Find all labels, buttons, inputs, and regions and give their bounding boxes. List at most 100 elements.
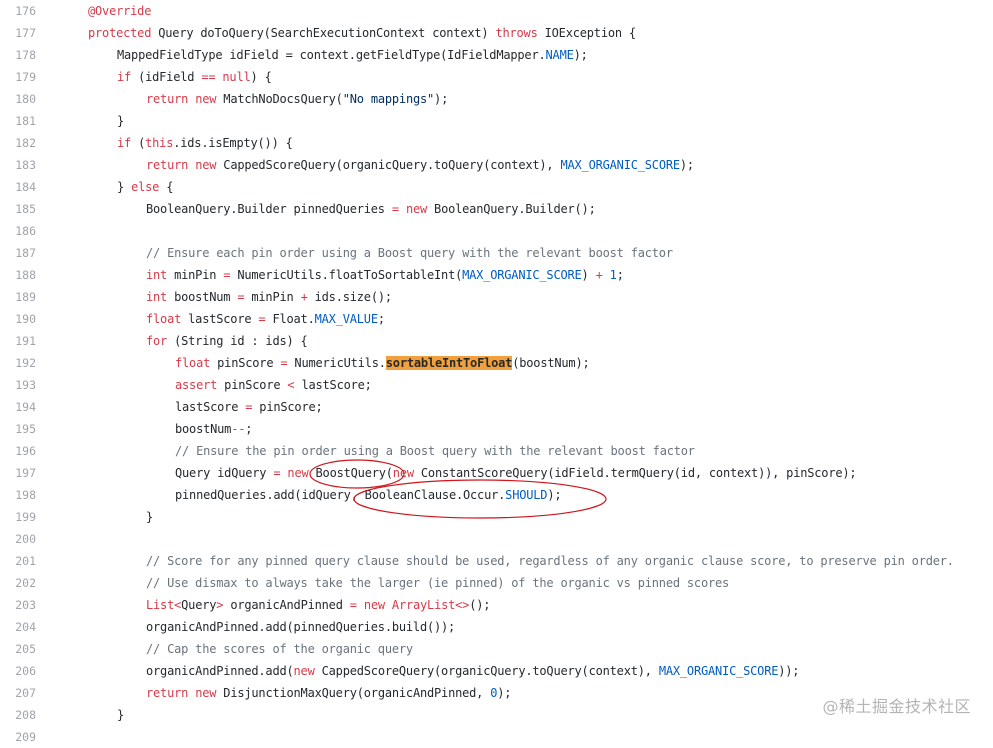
code-token: pinScore xyxy=(210,356,281,370)
code-token: // Cap the scores of the organic query xyxy=(146,642,413,656)
code-line: 183 return new CappedScoreQuery(organicQu… xyxy=(0,154,993,176)
line-number: 207 xyxy=(15,686,36,700)
code-token: (idField xyxy=(131,70,202,84)
code-token: { xyxy=(159,180,174,194)
code-token: organicAndPinned.add(pinnedQueries.build… xyxy=(146,620,456,634)
code-line: 200 xyxy=(0,528,993,550)
code-text: if (idField == null) { xyxy=(117,66,272,88)
code-token: ids.size(); xyxy=(307,290,392,304)
code-text: } xyxy=(146,506,153,528)
code-token: Query xyxy=(181,598,217,612)
code-line: 202 // Use dismax to always take the larg… xyxy=(0,572,993,594)
code-token: // Score for any pinned query clause sho… xyxy=(146,554,954,568)
code-token: ; xyxy=(616,268,624,282)
code-token: return xyxy=(146,686,189,700)
code-token: boostNum xyxy=(167,290,238,304)
code-text: int minPin = NumericUtils.floatToSortabl… xyxy=(146,264,624,286)
line-number: 188 xyxy=(15,268,36,282)
highlighted-token: sortableIntToFloat xyxy=(385,356,513,370)
code-token: (); xyxy=(469,598,491,612)
code-token: Float. xyxy=(265,312,315,326)
code-token: this xyxy=(145,136,174,150)
code-line: 190 float lastScore = Float.MAX_VALUE; xyxy=(0,308,993,330)
code-token: new xyxy=(195,92,217,106)
code-line: 204 organicAndPinned.add(pinnedQueries.bu… xyxy=(0,616,993,638)
code-token: ) { xyxy=(250,70,272,84)
code-token: + xyxy=(300,290,308,304)
code-token: MAX_ORGANIC_SCORE xyxy=(560,158,680,172)
code-token: lastScore xyxy=(175,400,246,414)
line-number: 201 xyxy=(15,554,36,568)
code-line: 197 Query idQuery = new BoostQuery(new Co… xyxy=(0,462,993,484)
line-number: 187 xyxy=(15,246,36,260)
code-text: float lastScore = Float.MAX_VALUE; xyxy=(146,308,385,330)
code-token: MAX_VALUE xyxy=(314,312,378,326)
code-text: protected Query doToQuery(SearchExecutio… xyxy=(88,22,636,44)
code-text: int boostNum = minPin + ids.size(); xyxy=(146,286,392,308)
code-token: new xyxy=(405,202,428,216)
code-token: } xyxy=(117,180,132,194)
line-number: 176 xyxy=(15,4,36,18)
code-line: 199} xyxy=(0,506,993,528)
code-line: 201 // Score for any pinned query clause … xyxy=(0,550,993,572)
code-token: 1 xyxy=(609,268,617,282)
code-text: // Score for any pinned query clause sho… xyxy=(146,550,954,572)
code-text: assert pinScore < lastScore; xyxy=(175,374,372,396)
code-token: + xyxy=(595,268,603,282)
code-token: = xyxy=(391,202,399,216)
code-token: null xyxy=(222,70,251,84)
line-number: 182 xyxy=(15,136,36,150)
code-line: 196 // Ensure the pin order using a Boost… xyxy=(0,440,993,462)
line-number: 209 xyxy=(15,730,36,744)
code-token: <> xyxy=(455,598,470,612)
code-text: } xyxy=(117,110,124,132)
code-text: } else { xyxy=(117,176,173,198)
code-text: pinnedQueries.add(idQuery, BooleanClause… xyxy=(175,484,562,506)
line-number: 178 xyxy=(15,48,36,62)
line-number: 180 xyxy=(15,92,36,106)
code-token: } xyxy=(117,708,125,722)
code-line: 176 @Override xyxy=(0,0,993,22)
code-token: new xyxy=(287,466,309,480)
code-token: NumericUtils. xyxy=(287,356,386,370)
line-number: 189 xyxy=(15,290,36,304)
code-line: 186 xyxy=(0,220,993,242)
code-token: NAME xyxy=(545,48,574,62)
code-token: assert xyxy=(175,378,218,392)
code-token: @Override xyxy=(88,4,152,18)
code-token: organicAndPinned.add( xyxy=(146,664,294,678)
code-line: 184} else { xyxy=(0,176,993,198)
code-token: else xyxy=(131,180,160,194)
code-token: new xyxy=(293,664,315,678)
code-text: @Override xyxy=(88,0,151,22)
code-token: .ids.isEmpty()) { xyxy=(173,136,293,150)
code-line: 182 if (this.ids.isEmpty()) { xyxy=(0,132,993,154)
line-number: 203 xyxy=(15,598,36,612)
code-text: // Use dismax to always take the larger … xyxy=(146,572,729,594)
code-token: -- xyxy=(231,422,246,436)
code-line: 187 // Ensure each pin order using a Boos… xyxy=(0,242,993,264)
line-number: 190 xyxy=(15,312,36,326)
code-line: 185 BooleanQuery.Builder pinnedQueries = … xyxy=(0,198,993,220)
line-number: 202 xyxy=(15,576,36,590)
code-token: new xyxy=(363,598,385,612)
line-number: 208 xyxy=(15,708,36,722)
code-text: boostNum--; xyxy=(175,418,252,440)
code-token: return xyxy=(146,158,189,172)
code-text: List<Query> organicAndPinned = new Array… xyxy=(146,594,490,616)
line-number: 191 xyxy=(15,334,36,348)
code-token: ; xyxy=(377,312,385,326)
code-token: SHOULD xyxy=(505,488,548,502)
code-token: ) xyxy=(581,268,596,282)
code-token: (String id : ids) { xyxy=(167,334,308,348)
code-token: BooleanQuery.Builder pinnedQueries xyxy=(146,202,392,216)
code-view: 176 @Override 177 protected Query doToQuery… xyxy=(0,0,993,744)
code-token: List xyxy=(146,598,175,612)
code-token: ArrayList xyxy=(391,598,456,612)
line-number: 198 xyxy=(15,488,36,502)
code-text: // Ensure each pin order using a Boost q… xyxy=(146,242,673,264)
code-text: organicAndPinned.add(pinnedQueries.build… xyxy=(146,616,455,638)
code-line: 192 float pinScore = NumericUtils.sortabl… xyxy=(0,352,993,374)
